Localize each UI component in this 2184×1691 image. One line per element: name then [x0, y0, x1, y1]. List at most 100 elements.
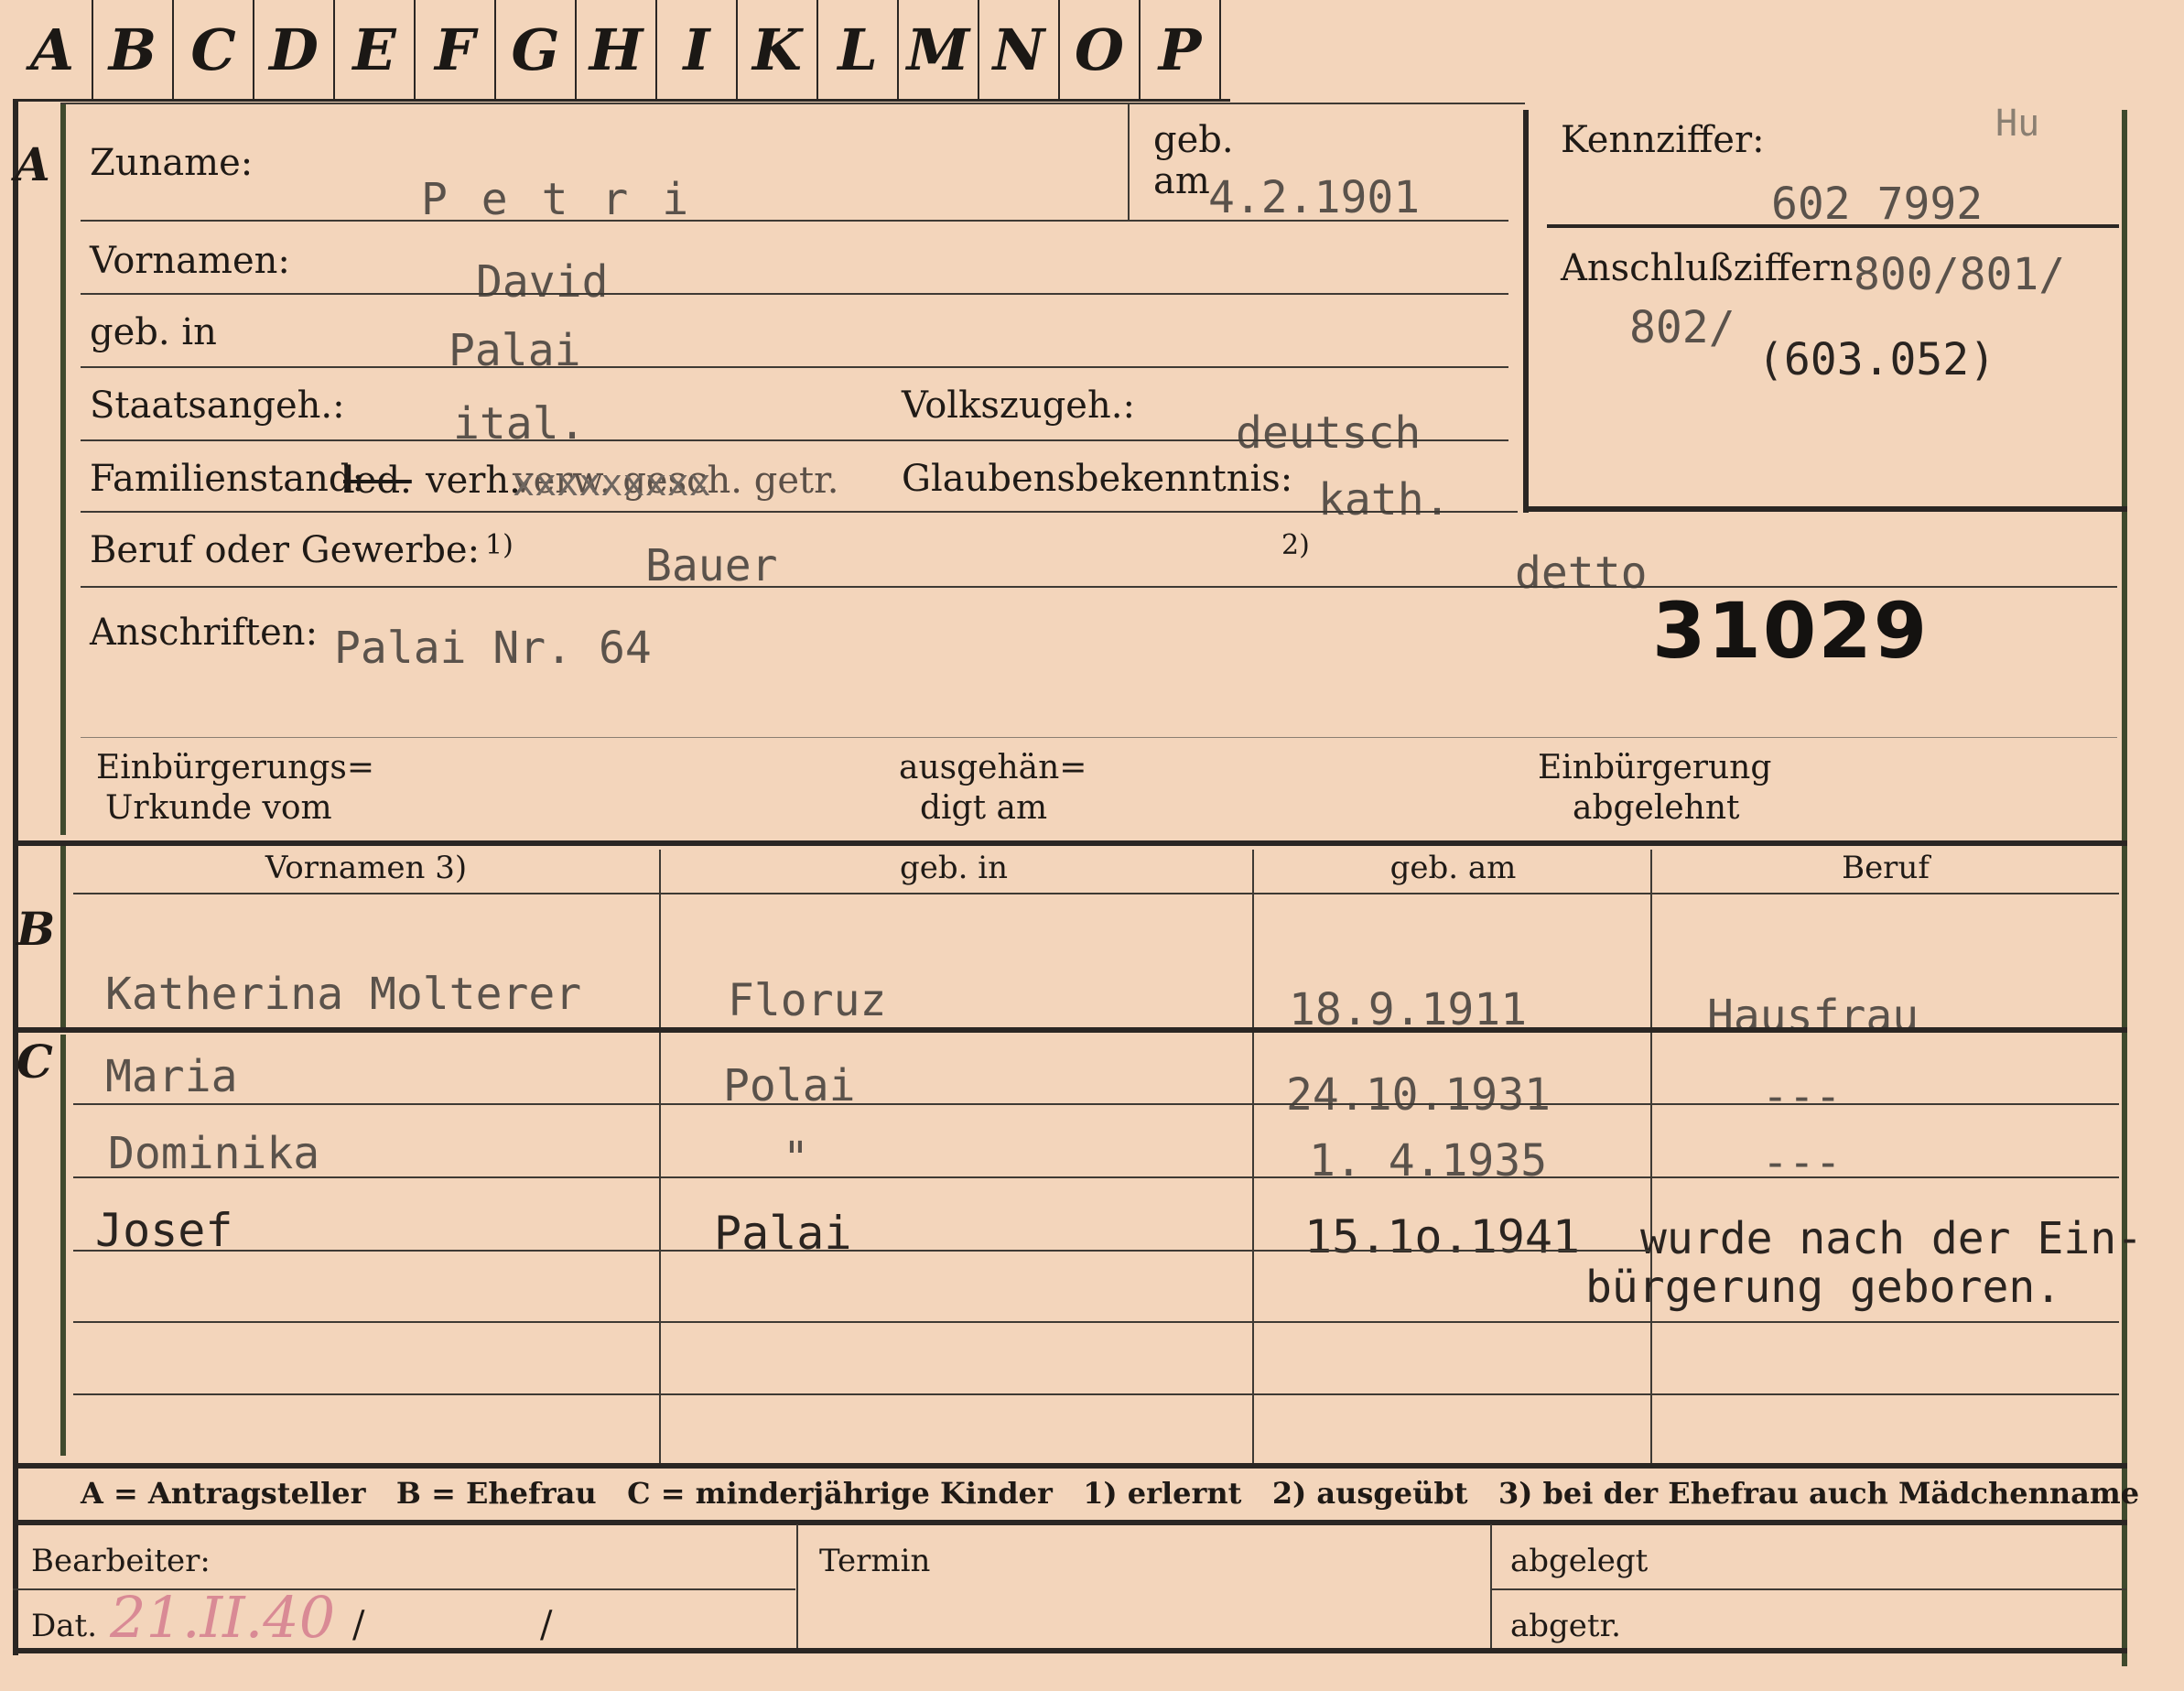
legend-bottom-rule	[13, 1520, 2127, 1525]
given-names-value: David	[476, 256, 609, 308]
section-c-bar	[60, 1035, 66, 1456]
alphabet-tab-bar: A B C D E F G H I K L M N O P	[13, 0, 1230, 102]
legend-text: A = Antragsteller B = Ehefrau C = minder…	[81, 1476, 2140, 1511]
child-rule-5	[73, 1393, 2119, 1395]
header-birthplace: geb. in	[899, 850, 1009, 886]
child-1-birth-date: 24.10.1931	[1286, 1069, 1551, 1121]
tab-d[interactable]: D	[254, 0, 335, 99]
nationality-value: ital.	[453, 398, 586, 450]
col-divider-3	[1650, 850, 1652, 1463]
profession-marker-1: 1)	[485, 529, 514, 561]
footer-divider-1	[796, 1524, 798, 1653]
section-bc-divider	[13, 1027, 2127, 1033]
ref-box-bottom	[1523, 506, 2127, 512]
legend-top-rule	[13, 1463, 2127, 1469]
ethnicity-label: Volkszugeh.:	[902, 385, 1135, 427]
wife-birthplace: Floruz	[728, 975, 887, 1026]
filed-label: abgelegt	[1510, 1543, 1649, 1579]
child-3-birth-date: 15.1o.1941	[1304, 1210, 1581, 1263]
address-label: Anschriften:	[90, 612, 319, 654]
header-birth-date: geb. am	[1389, 850, 1517, 886]
ref-box-left	[1523, 110, 1529, 513]
followup-1: 800/801/	[1854, 249, 2066, 300]
rule-5	[81, 511, 1518, 513]
tab-g[interactable]: G	[496, 0, 577, 99]
profession-learned: Bauer	[645, 540, 778, 591]
header-profession: Beruf	[1842, 850, 1930, 886]
child-3-birthplace: Palai	[714, 1207, 852, 1260]
rule-7	[81, 737, 2117, 738]
nationality-label: Staatsangeh.:	[90, 385, 345, 427]
date-slash-1: /	[352, 1604, 365, 1646]
surname-value: P e t r i	[421, 174, 693, 225]
religion-label: Glaubensbekenntnis:	[902, 458, 1293, 500]
tab-a[interactable]: A	[13, 0, 93, 99]
address-value: Palai Nr. 64	[334, 623, 652, 674]
child-3-note-1: wurde nach der Ein-	[1640, 1213, 2144, 1264]
section-b-letter: B	[16, 902, 56, 956]
tab-l[interactable]: L	[818, 0, 899, 99]
left-border	[13, 99, 18, 1655]
rule-1	[81, 220, 1508, 222]
file-number: 31029	[1652, 586, 1930, 676]
profession-marker-2: 2)	[1281, 529, 1310, 561]
followup-3: (603.052)	[1757, 334, 1996, 385]
marital-label: Familienstand:	[90, 458, 364, 500]
profession-label: Beruf oder Gewerbe:	[90, 529, 481, 571]
clerk-label: Bearbeiter:	[31, 1543, 211, 1579]
filed-rule	[1490, 1588, 2126, 1590]
right-border	[2122, 110, 2127, 1666]
child-2-profession: ---	[1762, 1137, 1842, 1188]
handed-over-label-1: ausgehän=	[899, 749, 1087, 786]
child-2-birth-date: 1. 4.1935	[1309, 1135, 1548, 1187]
code-rule	[1547, 224, 2119, 228]
tab-o[interactable]: O	[1060, 0, 1141, 99]
child-rule-4	[73, 1321, 2119, 1323]
child-1-profession: ---	[1762, 1071, 1842, 1122]
birthplace-label: geb. in	[90, 311, 217, 353]
followup-2: 802/	[1629, 302, 1735, 353]
section-a-letter: A	[15, 137, 50, 191]
date-stamp: 21.II.40	[110, 1584, 336, 1651]
profession-practiced: detto	[1515, 547, 1648, 599]
tab-c[interactable]: C	[174, 0, 254, 99]
section-ab-divider	[13, 840, 2127, 846]
term-label: Termin	[819, 1543, 931, 1579]
section-c-letter: C	[16, 1035, 53, 1089]
separated-label: abgetr.	[1510, 1608, 1621, 1644]
header-rule	[73, 893, 2119, 894]
wife-profession: Hausfrau	[1707, 991, 1919, 1042]
followup-label: Anschlußziffern:	[1561, 247, 1865, 289]
registration-card: A B C D E F G H I K L M N O P A B C Zuna…	[0, 0, 2184, 1691]
code-label: Kennziffer:	[1561, 119, 1765, 161]
marital-overtype: xxxxxxxxx	[513, 462, 711, 504]
marital-option-married: verh.	[426, 460, 521, 502]
birth-date-label-1: geb.	[1153, 119, 1234, 161]
child-2-name: Dominika	[108, 1128, 320, 1179]
rule-2	[81, 293, 1508, 295]
tab-b[interactable]: B	[93, 0, 174, 99]
naturalization-cert-label-1: Einbürgerungs=	[96, 749, 375, 786]
marital-option-single: led.	[343, 460, 412, 502]
header-given-names: Vornamen 3)	[265, 850, 468, 886]
tab-n[interactable]: N	[979, 0, 1060, 99]
tab-e[interactable]: E	[335, 0, 416, 99]
child-3-note-2: bürgerung geboren.	[1585, 1262, 2062, 1313]
date-slash-2: /	[540, 1604, 553, 1646]
col-divider-1	[659, 850, 661, 1463]
surname-label: Zuname:	[90, 142, 254, 184]
section-a-bar	[60, 103, 66, 835]
religion-value: kath.	[1318, 474, 1451, 526]
rule-4	[81, 439, 1508, 441]
tab-m[interactable]: M	[899, 0, 979, 99]
col-divider-2	[1252, 850, 1254, 1463]
tab-f[interactable]: F	[416, 0, 496, 99]
tab-h[interactable]: H	[577, 0, 657, 99]
birth-divider	[1128, 103, 1130, 220]
tab-i[interactable]: I	[657, 0, 738, 99]
naturalization-cert-label-2: Urkunde vom	[105, 789, 332, 827]
birthplace-value: Palai	[449, 325, 581, 376]
child-rule-1	[73, 1103, 2119, 1105]
tab-k[interactable]: K	[738, 0, 818, 99]
tab-p[interactable]: P	[1141, 0, 1221, 99]
